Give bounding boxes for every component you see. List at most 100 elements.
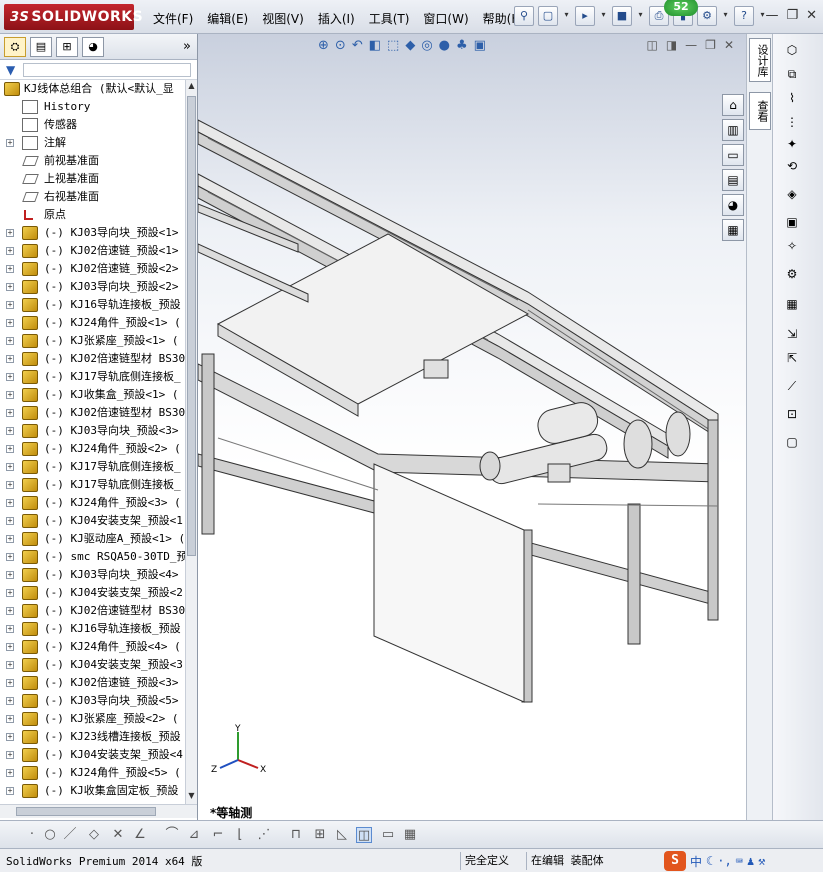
tree-item-component[interactable]: + (-) KJ02倍速链_预設<3>: [0, 674, 185, 692]
show-hidden-icon[interactable]: ◈: [781, 184, 803, 204]
tree-item-component[interactable]: + (-) KJ03导向块_预設<4>: [0, 566, 185, 584]
tree-item-component[interactable]: + (-) KJ17导轨底侧连接板_: [0, 368, 185, 386]
tree-item-top-plane[interactable]: 上视基准面: [0, 170, 185, 188]
tree-item-front-plane[interactable]: 前视基准面: [0, 152, 185, 170]
angle-icon[interactable]: ∠: [132, 827, 148, 843]
expand-icon[interactable]: +: [6, 139, 14, 147]
trim-icon[interactable]: ✕: [110, 827, 126, 843]
circle-icon[interactable]: ○: [42, 827, 58, 843]
expand-icon[interactable]: +: [6, 553, 14, 561]
restore-icon[interactable]: ❐: [786, 8, 798, 23]
scroll-down-icon[interactable]: ▼: [187, 791, 196, 803]
help-icon[interactable]: ?: [734, 6, 754, 26]
tab-view[interactable]: 查看: [749, 92, 771, 130]
tree-vertical-scrollbar[interactable]: ▲ ▼: [185, 80, 197, 804]
clearance-icon[interactable]: ⊡: [781, 404, 803, 424]
tree-item-component[interactable]: + (-) KJ04安装支架_预設<1: [0, 512, 185, 530]
expand-icon[interactable]: +: [6, 427, 14, 435]
expand-icon[interactable]: +: [6, 769, 14, 777]
chevron-down-icon[interactable]: ▾: [562, 6, 571, 26]
ime-language[interactable]: 中: [690, 853, 702, 870]
tree-item-component[interactable]: + (-) KJ02倍速链型材 BS30: [0, 602, 185, 620]
tree-item-component[interactable]: + (-) KJ收集盒固定板_预設: [0, 782, 185, 800]
notification-badge[interactable]: 52: [664, 0, 698, 16]
tree-item-component[interactable]: + (-) KJ03导向块_预設<2>: [0, 278, 185, 296]
offset-icon[interactable]: ⋰: [256, 827, 272, 843]
smart-dimension-icon[interactable]: ⌒: [164, 827, 180, 843]
expand-icon[interactable]: +: [6, 535, 14, 543]
scroll-thumb[interactable]: [16, 807, 156, 816]
tree-item-component[interactable]: + (-) KJ张紧座_预設<1> (: [0, 332, 185, 350]
point-icon[interactable]: ·: [24, 827, 40, 843]
tree-item-component[interactable]: + (-) KJ24角件_预設<3> (: [0, 494, 185, 512]
assembly-features-icon[interactable]: ▣: [781, 212, 803, 232]
file-explorer-icon[interactable]: ▭: [722, 144, 744, 166]
chevron-down-icon[interactable]: ▾: [599, 6, 608, 26]
expand-icon[interactable]: +: [6, 445, 14, 453]
insert-component-icon[interactable]: ⬡: [781, 40, 803, 60]
expand-icon[interactable]: +: [6, 697, 14, 705]
expand-icon[interactable]: +: [6, 283, 14, 291]
expand-icon[interactable]: +: [6, 715, 14, 723]
grid-icon[interactable]: ⊞: [312, 827, 328, 843]
paperclip-icon[interactable]: ⌇: [781, 88, 803, 108]
menu-view[interactable]: 视图(V): [255, 8, 311, 29]
expand-icon[interactable]: +: [6, 247, 14, 255]
expand-icon[interactable]: +: [6, 661, 14, 669]
tree-item-component[interactable]: + (-) KJ16导轨连接板_预設: [0, 296, 185, 314]
keyboard-icon[interactable]: ⌨: [736, 854, 743, 868]
tree-item-component[interactable]: + (-) KJ17导轨底侧连接板_: [0, 458, 185, 476]
tree-item-component[interactable]: + (-) smc RSQA50-30TD_预韻: [0, 548, 185, 566]
tree-item-component[interactable]: + (-) KJ02倍速链_预設<1>: [0, 242, 185, 260]
tree-item-component[interactable]: + (-) KJ02倍速链型材 BS30: [0, 350, 185, 368]
view-palette-icon[interactable]: ▤: [722, 169, 744, 191]
corner-icon[interactable]: ⌊: [232, 827, 248, 843]
new-document-icon[interactable]: ▢: [538, 6, 558, 26]
expand-icon[interactable]: +: [6, 751, 14, 759]
filter-icon[interactable]: ▼: [6, 63, 15, 77]
chevron-down-icon[interactable]: ▾: [636, 6, 645, 26]
new-motion-study-icon[interactable]: ⚙: [781, 264, 803, 284]
tree-item-right-plane[interactable]: 右视基准面: [0, 188, 185, 206]
tree-item-component[interactable]: + (-) KJ02倍速链型材 BS30: [0, 404, 185, 422]
bill-of-materials-icon[interactable]: ▦: [781, 294, 803, 314]
minimize-icon[interactable]: —: [765, 8, 778, 23]
feature-manager-tab[interactable]: ⛭: [4, 36, 26, 57]
triangle-icon[interactable]: ◺: [334, 827, 350, 843]
isometric-view-icon[interactable]: ◫: [356, 827, 372, 843]
tree-item-component[interactable]: + (-) KJ收集盒_预設<1> (: [0, 386, 185, 404]
solidworks-resources-icon[interactable]: ⌂: [722, 94, 744, 116]
expand-icon[interactable]: +: [6, 643, 14, 651]
expand-icon[interactable]: +: [6, 481, 14, 489]
custom-properties-icon[interactable]: ▦: [722, 219, 744, 241]
open-folder-icon[interactable]: ▸: [575, 6, 595, 26]
display-manager-tab[interactable]: ◕: [82, 36, 104, 57]
tree-item-component[interactable]: + (-) KJ16导轨连接板_预設: [0, 620, 185, 638]
expand-icon[interactable]: +: [6, 499, 14, 507]
save-icon[interactable]: ■: [612, 6, 632, 26]
move-component-icon[interactable]: ⟲: [781, 156, 803, 176]
expand-icon[interactable]: +: [6, 319, 14, 327]
tree-item-origin[interactable]: 原点: [0, 206, 185, 224]
menu-edit[interactable]: 编辑(E): [200, 8, 255, 29]
tab-design-library[interactable]: 设计库: [749, 38, 771, 82]
expand-icon[interactable]: +: [6, 517, 14, 525]
property-manager-tab[interactable]: ▤: [30, 36, 52, 57]
menu-tools[interactable]: 工具(T): [362, 8, 417, 29]
tree-item-component[interactable]: + (-) KJ03导向块_预設<1>: [0, 224, 185, 242]
scroll-up-icon[interactable]: ▲: [187, 81, 196, 93]
assembly-model[interactable]: [198, 34, 746, 820]
expand-icon[interactable]: +: [6, 265, 14, 273]
tree-item-component[interactable]: + (-) KJ04安装支架_预設<2: [0, 584, 185, 602]
expand-panel-icon[interactable]: »: [183, 39, 191, 54]
menu-insert[interactable]: 插入(I): [311, 8, 362, 29]
expand-icon[interactable]: +: [6, 733, 14, 741]
fillet-icon[interactable]: ⌐: [210, 827, 226, 843]
sogou-icon[interactable]: S: [664, 851, 686, 871]
relation-icon[interactable]: ⊿: [186, 827, 202, 843]
tree-item-history[interactable]: History: [0, 98, 185, 116]
expand-icon[interactable]: +: [6, 679, 14, 687]
interference-icon[interactable]: ⟋: [781, 376, 803, 396]
tree-item-component[interactable]: + (-) KJ驱动座A_预設<1> (: [0, 530, 185, 548]
tree-item-component[interactable]: + (-) KJ03导向块_预設<3>: [0, 422, 185, 440]
